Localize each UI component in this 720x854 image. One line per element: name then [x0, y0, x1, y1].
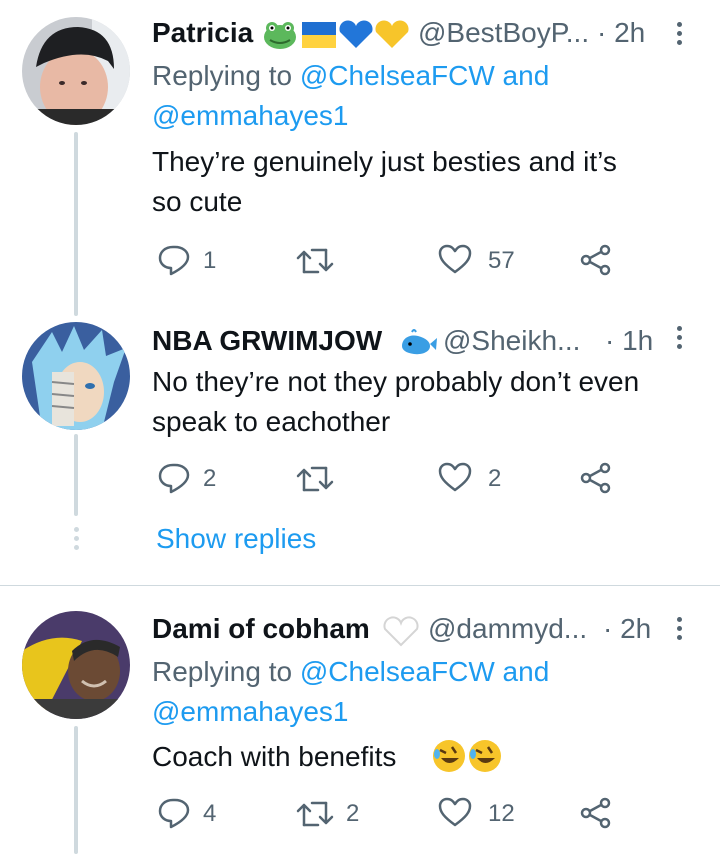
retweet-icon[interactable] [296, 464, 334, 494]
rolling-laughing-emoji [432, 738, 504, 779]
tweet-time[interactable]: · 2h [597, 17, 645, 49]
author-name[interactable]: Patricia [152, 17, 253, 49]
like-count: 57 [488, 247, 515, 274]
thread-line [74, 132, 78, 316]
reply-count: 2 [203, 465, 217, 492]
mention-emmahayes1[interactable]: @emmahayes1 [152, 100, 349, 131]
author-name[interactable]: NBA GRWIMJOW [152, 325, 382, 357]
share-icon[interactable] [580, 244, 612, 276]
retweet-count: 2 [346, 800, 360, 827]
mention-emmahayes1[interactable]: @emmahayes1 [152, 696, 349, 727]
name-emojis [262, 18, 410, 52]
tweet-text: No they’re not they probably don’t even … [152, 366, 640, 437]
tweet-text: Coach with benefits [152, 741, 397, 772]
like-count: 12 [488, 800, 515, 827]
thread-dots [74, 527, 79, 554]
replying-to-line2: @emmahayes1 [152, 692, 349, 732]
more-icon[interactable] [677, 326, 685, 353]
avatar-patricia[interactable] [22, 17, 130, 125]
avatar-nba-grwimjow[interactable] [22, 322, 130, 430]
mention-chelseafcw[interactable]: @ChelseaFCW [300, 656, 495, 687]
more-icon[interactable] [677, 22, 685, 49]
whale-emoji [400, 328, 438, 363]
like-count: 2 [488, 465, 502, 492]
replying-to: Replying to @ChelseaFCW and [152, 656, 550, 687]
tweet-text: They’re genuinely just besties and it’s … [152, 146, 617, 217]
reply-icon[interactable] [157, 462, 191, 494]
reply-count: 1 [203, 247, 217, 274]
author-handle[interactable]: @Sheikh... [443, 325, 580, 357]
share-icon[interactable] [580, 462, 612, 494]
avatar-dami[interactable] [22, 611, 130, 719]
author-name[interactable]: Dami of cobham [152, 613, 370, 645]
author-handle[interactable]: @dammyd... [428, 613, 587, 645]
mention-chelseafcw[interactable]: @ChelseaFCW [300, 60, 495, 91]
divider [0, 585, 720, 586]
tweet-time[interactable]: · 1h [605, 325, 653, 357]
retweet-icon[interactable] [296, 246, 334, 276]
white-heart-emoji [382, 614, 420, 653]
frog-emoji [264, 22, 296, 49]
reply-icon[interactable] [157, 244, 191, 276]
thread-line [74, 726, 78, 854]
thread-line [74, 434, 78, 516]
like-icon[interactable] [438, 462, 472, 492]
blue-heart-emoji [339, 20, 373, 48]
ukraine-flag-emoji [302, 22, 336, 48]
replying-to: Replying to @ChelseaFCW and [152, 60, 550, 91]
yellow-heart-emoji [375, 20, 409, 48]
author-handle[interactable]: @BestBoyP... [418, 17, 589, 49]
tweet-time[interactable]: · 2h [603, 613, 651, 645]
more-icon[interactable] [677, 617, 685, 644]
like-icon[interactable] [438, 244, 472, 274]
reply-count: 4 [203, 800, 217, 827]
retweet-icon[interactable] [296, 799, 334, 829]
replying-to-line2: @emmahayes1 [152, 96, 349, 136]
reply-icon[interactable] [157, 797, 191, 829]
share-icon[interactable] [580, 797, 612, 829]
like-icon[interactable] [438, 797, 472, 827]
show-replies-link[interactable]: Show replies [156, 523, 316, 555]
